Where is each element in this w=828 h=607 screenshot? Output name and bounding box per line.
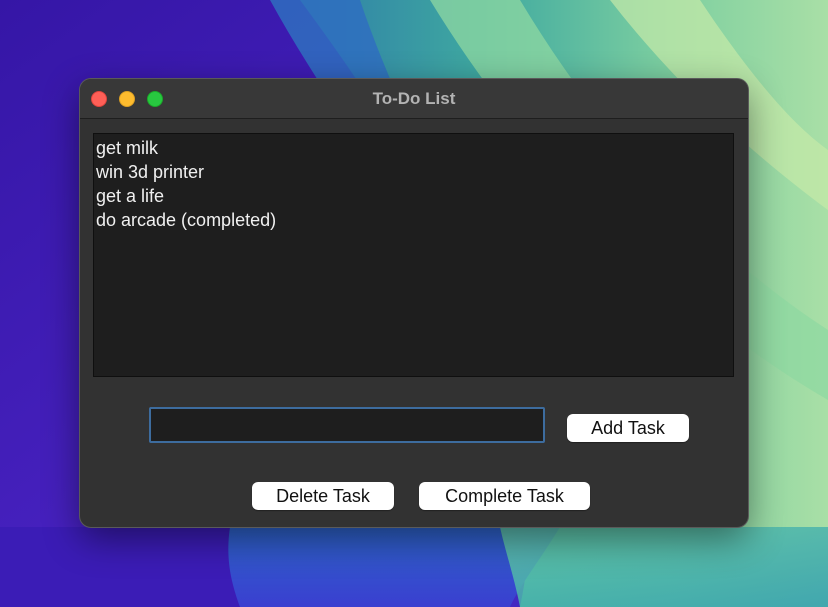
complete-task-button[interactable]: Complete Task — [419, 482, 590, 510]
title-bar[interactable]: To-Do List — [80, 79, 748, 119]
delete-task-button[interactable]: Delete Task — [252, 482, 394, 510]
list-item[interactable]: get milk — [96, 136, 731, 160]
todo-window: To-Do List get milk win 3d printer get a… — [80, 79, 748, 527]
list-item[interactable]: do arcade (completed) — [96, 208, 731, 232]
task-list[interactable]: get milk win 3d printer get a life do ar… — [93, 133, 734, 377]
window-title: To-Do List — [372, 89, 456, 108]
list-item[interactable]: win 3d printer — [96, 160, 731, 184]
task-input[interactable] — [149, 407, 545, 443]
list-item[interactable]: get a life — [96, 184, 731, 208]
add-task-button[interactable]: Add Task — [567, 414, 689, 442]
